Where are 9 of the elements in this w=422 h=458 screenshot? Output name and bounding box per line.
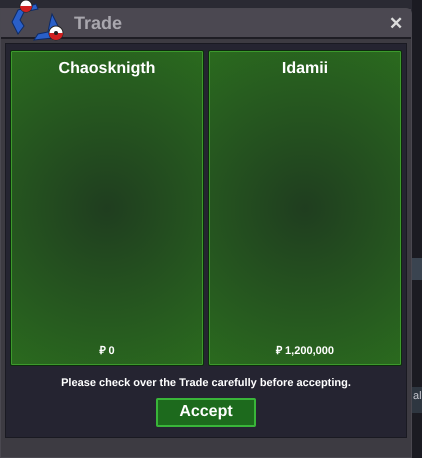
accept-button[interactable]: Accept [156,398,256,426]
player-name: Idamii [282,59,328,79]
player-name: Chaosknigth [58,59,156,79]
money-amount: ₽ 0 [99,344,115,358]
window-title: Trade [74,12,122,34]
message-text: Please check over the Trade carefully before accepting. [61,376,351,391]
close-button[interactable]: ✕ [389,14,403,32]
money-amount: ₽ 1,200,000 [276,344,334,358]
background-text: al [413,391,422,402]
